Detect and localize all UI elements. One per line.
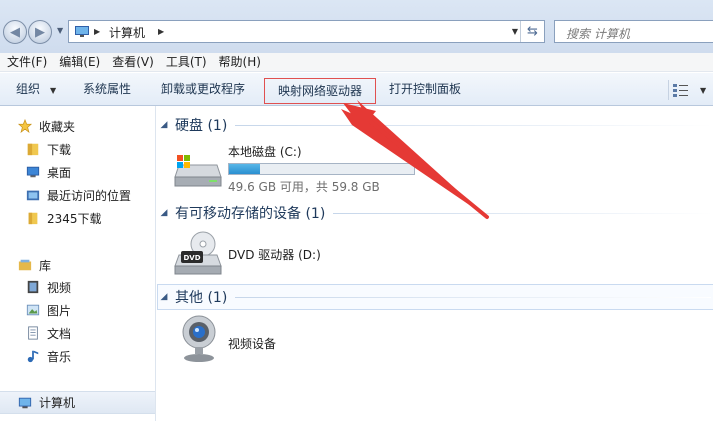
hard-drive-icon	[174, 155, 222, 187]
nav-music[interactable]: 音乐	[0, 345, 155, 367]
breadcrumb-computer[interactable]: 计算机	[109, 24, 145, 41]
search-box[interactable]: 搜索 计算机	[554, 20, 713, 43]
nav-downloads[interactable]: 下载	[0, 138, 155, 160]
drive-space-info: 49.6 GB 可用，共 59.8 GB	[228, 180, 380, 194]
folder-download-icon	[27, 143, 39, 156]
nav-label: 库	[39, 258, 52, 273]
computer-icon	[75, 26, 89, 37]
group-header-hdd[interactable]: ◢ 硬盘 (1)	[159, 115, 713, 135]
nav-label: 图片	[47, 303, 72, 318]
menu-file[interactable]: 文件(F)	[0, 53, 53, 72]
document-icon	[28, 326, 38, 340]
back-arrow-icon: ◀	[10, 24, 20, 40]
drive-name: DVD 驱动器 (D:)	[228, 248, 321, 262]
computer-icon	[18, 397, 32, 408]
address-bar-area: ◀ ▶ ▼ ▶ 计算机 ▶ ▼ ⇆ 搜索 计算机	[0, 0, 713, 53]
open-control-panel-button[interactable]: 打开控制面板	[389, 73, 461, 106]
chevron-down-icon: ▼	[700, 85, 707, 95]
drive-item-c[interactable]: 本地磁盘 (C:) 49.6 GB 可用，共 59.8 GB	[157, 134, 477, 200]
nav-libraries[interactable]: 库	[0, 254, 155, 276]
webcam-icon	[182, 315, 216, 362]
navigation-pane: 收藏夹 下载 桌面 最近访问的位置 2345下载 库 视频 图片 文档 音乐 计…	[0, 106, 156, 421]
menu-bar: 文件(F) 编辑(E) 查看(V) 工具(T) 帮助(H)	[0, 53, 713, 72]
content-pane: ◢ 硬盘 (1) 本地磁盘 (C:) 49.6 GB 可用，共 59.8 GB …	[157, 106, 713, 421]
nav-favorites[interactable]: 收藏夹	[0, 115, 155, 137]
collapse-icon[interactable]: ◢	[159, 120, 169, 130]
group-header-row: ◢ 其他 (1)	[159, 287, 711, 307]
menu-edit[interactable]: 编辑(E)	[53, 53, 106, 72]
nav-pictures[interactable]: 图片	[0, 299, 155, 321]
menu-view[interactable]: 查看(V)	[106, 53, 160, 72]
menu-tools[interactable]: 工具(T)	[160, 53, 213, 72]
group-header-removable[interactable]: ◢ 有可移动存储的设备 (1)	[159, 203, 713, 223]
group-title: 其他 (1)	[175, 290, 228, 306]
map-network-drive-button[interactable]: 映射网络驱动器	[264, 78, 376, 104]
forward-button[interactable]: ▶	[28, 20, 52, 44]
group-title: 硬盘 (1)	[175, 118, 228, 134]
group-divider	[235, 296, 711, 298]
nav-label: 文档	[47, 326, 72, 341]
library-icon	[18, 259, 32, 271]
nav-label: 桌面	[47, 165, 72, 180]
nav-label: 视频	[47, 280, 72, 295]
nav-2345-downloads[interactable]: 2345下载	[0, 207, 155, 229]
star-icon	[17, 119, 33, 133]
group-divider	[333, 212, 713, 214]
nav-videos[interactable]: 视频	[0, 276, 155, 298]
command-bar: 组织 ▼ 系统属性 卸载或更改程序 映射网络驱动器 打开控制面板 ▼	[0, 73, 713, 106]
organize-button[interactable]: 组织 ▼	[16, 73, 56, 106]
refresh-icon: ⇆	[527, 24, 538, 39]
video-icon	[27, 280, 39, 294]
svg-text:DVD: DVD	[183, 254, 200, 262]
explorer-window: ◀ ▶ ▼ ▶ 计算机 ▶ ▼ ⇆ 搜索 计算机 文件(F) 编辑(E) 查看(…	[0, 0, 713, 421]
device-name: 视频设备	[228, 337, 277, 351]
uninstall-program-button[interactable]: 卸载或更改程序	[161, 73, 245, 106]
back-button[interactable]: ◀	[3, 20, 27, 44]
recent-places-icon	[26, 190, 40, 201]
address-box[interactable]: ▶ 计算机 ▶ ▼ ⇆	[68, 20, 545, 43]
forward-arrow-icon: ▶	[35, 24, 45, 40]
menu-help[interactable]: 帮助(H)	[213, 53, 267, 72]
search-placeholder: 搜索 计算机	[566, 27, 630, 41]
music-note-icon	[27, 350, 39, 363]
drive-usage-bar	[228, 163, 415, 175]
breadcrumb-separator-icon[interactable]: ▶	[94, 27, 100, 36]
collapse-icon[interactable]: ◢	[159, 208, 169, 218]
nav-label: 最近访问的位置	[47, 188, 132, 203]
change-view-button[interactable]: ▼	[672, 81, 710, 99]
recent-pages-dropdown-icon[interactable]: ▼	[57, 26, 63, 35]
address-history-icon[interactable]: ▼	[512, 27, 518, 36]
drive-name: 本地磁盘 (C:)	[228, 145, 302, 159]
folder-icon	[28, 212, 38, 225]
nav-label: 计算机	[39, 396, 76, 410]
toolbar-divider	[668, 80, 669, 100]
group-title: 有可移动存储的设备 (1)	[175, 206, 326, 222]
nav-label: 下载	[47, 142, 72, 157]
breadcrumb-separator-icon[interactable]: ▶	[158, 27, 164, 36]
nav-desktop[interactable]: 桌面	[0, 161, 155, 183]
dvd-drive-icon: DVD	[174, 231, 222, 275]
nav-label: 2345下载	[47, 211, 102, 226]
chevron-down-icon: ▼	[50, 86, 57, 95]
refresh-button[interactable]: ⇆	[520, 21, 544, 42]
system-properties-button[interactable]: 系统属性	[83, 73, 131, 106]
view-options-icon	[673, 84, 688, 97]
organize-label: 组织	[16, 82, 41, 96]
device-item-webcam[interactable]: 视频设备	[157, 312, 477, 368]
drive-item-d[interactable]: DVD DVD 驱动器 (D:)	[157, 226, 477, 280]
collapse-icon[interactable]: ◢	[159, 292, 169, 302]
group-divider	[235, 124, 713, 126]
group-header-other[interactable]: ◢ 其他 (1)	[157, 284, 713, 310]
desktop-icon	[26, 166, 40, 178]
nav-documents[interactable]: 文档	[0, 322, 155, 344]
nav-computer[interactable]: 计算机	[0, 391, 155, 414]
picture-icon	[26, 304, 40, 316]
nav-label: 收藏夹	[39, 119, 76, 134]
nav-recent-places[interactable]: 最近访问的位置	[0, 184, 155, 206]
drive-usage-fill	[229, 164, 261, 174]
nav-label: 音乐	[47, 349, 72, 364]
